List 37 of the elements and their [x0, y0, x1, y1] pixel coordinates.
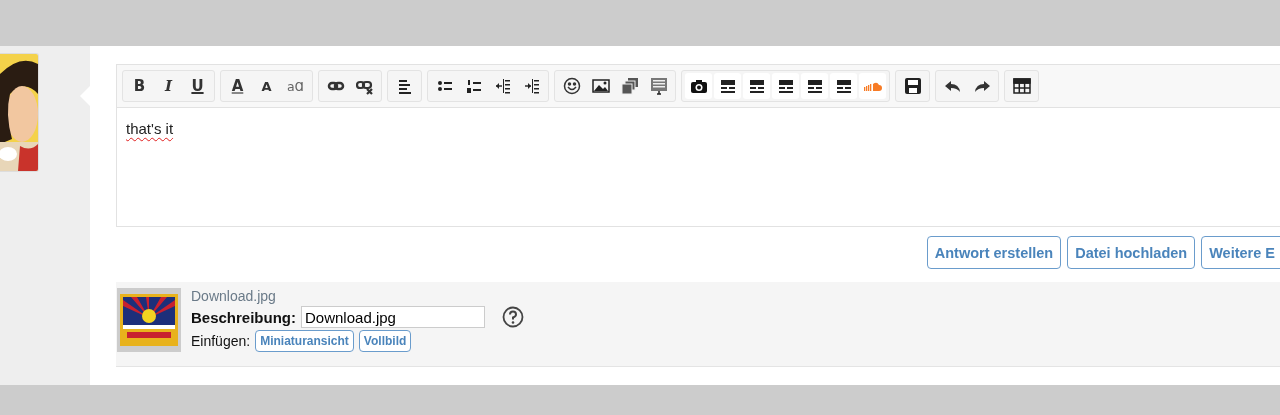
layout-icon-button[interactable] — [830, 73, 857, 99]
save-icon — [903, 77, 922, 95]
editor-text: that's it — [126, 120, 174, 137]
text-color-button[interactable]: A — [224, 73, 251, 99]
insert-label: Einfügen: — [191, 333, 251, 349]
action-button[interactable]: Weitere E — [1201, 236, 1280, 269]
layout-icon-button[interactable] — [801, 73, 828, 99]
table-icon — [1012, 77, 1031, 95]
layout-icon — [718, 77, 737, 95]
insert-button[interactable]: Miniaturansicht — [255, 330, 354, 352]
indent-icon — [522, 77, 541, 95]
bold-button[interactable]: B — [126, 73, 153, 99]
underline-button[interactable]: U — [184, 73, 211, 99]
template-icon — [649, 77, 668, 95]
italic-button[interactable]: I — [155, 73, 182, 99]
font-size-button[interactable]: A — [253, 73, 280, 99]
layout-icon — [834, 77, 853, 95]
camera-icon-button[interactable] — [685, 73, 712, 99]
description-label: Beschreibung: — [191, 308, 296, 326]
layout-icon — [776, 77, 795, 95]
action-button[interactable]: Antwort erstellen — [926, 236, 1062, 269]
action-button[interactable]: Datei hochladen — [1067, 236, 1196, 269]
layout-icon-button[interactable] — [772, 73, 799, 99]
layout-icon-button[interactable] — [714, 73, 741, 99]
film-stack-icon — [620, 77, 639, 95]
file-name: Download.jpg — [191, 288, 277, 304]
outdent-icon — [493, 77, 512, 95]
camera-icon — [689, 77, 708, 95]
layout-icon-button[interactable] — [743, 73, 770, 99]
insert-button[interactable]: Vollbild — [358, 330, 412, 352]
help-icon[interactable] — [502, 306, 524, 328]
layout-icon — [747, 77, 766, 95]
layout-icon — [805, 77, 824, 95]
smiley-icon — [562, 77, 581, 95]
numbered-list-icon — [464, 77, 483, 95]
image-icon — [591, 77, 610, 95]
description-field[interactable]: Download.jpg — [301, 306, 485, 328]
